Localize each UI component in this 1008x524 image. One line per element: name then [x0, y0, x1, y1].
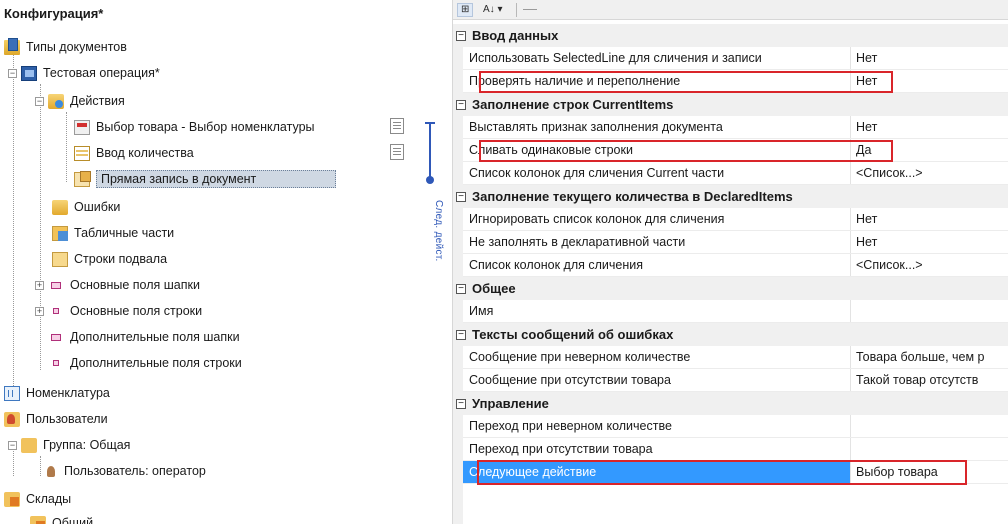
tree-title: Конфигурация* — [4, 6, 104, 21]
tree-item-group-general[interactable]: − Группа: Общая — [8, 432, 130, 458]
expand-icon[interactable]: + — [35, 306, 44, 316]
field-icon — [51, 281, 61, 289]
select-action-icon — [74, 119, 90, 135]
tree-item-extra-header-fields[interactable]: Дополнительные поля шапки — [48, 324, 240, 350]
field-icon — [51, 333, 61, 341]
group-icon — [21, 437, 37, 453]
tree-item-users[interactable]: Пользователи — [4, 406, 108, 432]
toolbar-separator — [516, 3, 517, 17]
property-row[interactable]: Список колонок для сличения Current част… — [463, 162, 1008, 185]
document-icon — [390, 144, 404, 160]
tree-item-direct-write[interactable]: Прямая запись в документ — [74, 166, 336, 192]
property-row[interactable]: Переход при отсутствии товара — [463, 438, 1008, 461]
tree-item-errors[interactable]: Ошибки — [52, 194, 120, 220]
tree-item-test-operation[interactable]: − Тестовая операция* — [8, 60, 160, 86]
collapse-icon[interactable]: − — [456, 30, 466, 41]
highlight-box — [477, 460, 967, 485]
property-row[interactable]: Сообщение при неверном количестве Товара… — [463, 346, 1008, 369]
tree-item-footer-rows[interactable]: Строки подвала — [52, 246, 167, 272]
configuration-tree: Конфигурация* Типы документов − Тестовая… — [0, 0, 452, 524]
property-row[interactable]: Не заполнять в декларативной части Нет — [463, 231, 1008, 254]
collapse-icon[interactable]: − — [8, 440, 17, 450]
warehouse-icon — [30, 515, 46, 524]
field-icon — [53, 360, 59, 366]
document-types-icon — [4, 37, 20, 55]
users-icon — [4, 411, 20, 427]
warehouses-icon — [4, 491, 20, 507]
tree-guide — [40, 84, 41, 370]
collapse-icon[interactable]: − — [456, 283, 466, 294]
category-declared-items[interactable]: − Заполнение текущего количества в Decla… — [453, 185, 1008, 208]
tree-item-actions[interactable]: − Действия — [35, 88, 125, 114]
collapse-icon[interactable]: − — [456, 191, 466, 202]
categorized-sort-button[interactable]: ⊞ — [457, 3, 474, 17]
collapse-icon[interactable]: − — [456, 398, 466, 409]
property-grid: ⊞ A↓ ▾ − Ввод данных Использовать Select… — [452, 0, 1008, 524]
document-icon — [390, 118, 404, 134]
actions-folder-icon — [48, 93, 64, 109]
property-row[interactable]: Использовать SelectedLine для сличения и… — [463, 47, 1008, 70]
tree-item-row-fields[interactable]: + Основные поля строки — [35, 298, 202, 324]
tree-item-input-quantity[interactable]: Ввод количества — [74, 140, 194, 166]
user-icon — [40, 464, 58, 479]
errors-icon — [52, 199, 68, 215]
tree-guide — [13, 48, 14, 388]
expand-icon[interactable]: + — [35, 280, 44, 290]
highlight-box — [479, 140, 893, 162]
collapse-icon[interactable]: − — [8, 68, 17, 78]
field-icon — [53, 308, 59, 314]
input-action-icon — [74, 145, 90, 161]
property-pages-icon[interactable] — [523, 9, 537, 10]
category-data-input[interactable]: − Ввод данных — [453, 24, 1008, 47]
tree-item-document-types[interactable]: Типы документов — [4, 34, 127, 60]
property-row[interactable]: Выставлять признак заполнения документа … — [463, 116, 1008, 139]
tree-item-general-warehouse[interactable]: Общий — [30, 510, 93, 524]
write-action-icon — [74, 170, 91, 187]
property-toolbar: ⊞ A↓ ▾ — [453, 0, 1008, 20]
tree-item-extra-row-fields[interactable]: Дополнительные поля строки — [48, 350, 242, 376]
property-row[interactable]: Список колонок для сличения <Список...> — [463, 254, 1008, 277]
property-row[interactable]: Имя — [463, 300, 1008, 323]
category-general[interactable]: − Общее — [453, 277, 1008, 300]
tree-guide — [66, 112, 67, 182]
category-control[interactable]: − Управление — [453, 392, 1008, 415]
tree-item-warehouses[interactable]: Склады — [4, 486, 71, 512]
tree-item-nomenclature[interactable]: Номенклатура — [4, 380, 110, 406]
property-row[interactable]: Сообщение при отсутствии товара Такой то… — [463, 369, 1008, 392]
operation-icon — [21, 65, 37, 81]
category-error-messages[interactable]: − Тексты сообщений об ошибках — [453, 323, 1008, 346]
table-parts-icon — [52, 225, 68, 241]
collapse-icon[interactable]: − — [456, 329, 466, 340]
connector-caption: След. дейст. — [433, 200, 444, 262]
collapse-icon[interactable]: − — [456, 99, 466, 110]
footer-rows-icon — [52, 251, 68, 267]
alphabetical-sort-button[interactable]: A↓ ▾ — [479, 3, 507, 17]
highlight-box — [479, 71, 893, 93]
tree-item-select-product[interactable]: Выбор товара - Выбор номенклатуры — [74, 114, 315, 140]
property-row[interactable]: Переход при неверном количестве — [463, 415, 1008, 438]
tree-item-header-fields[interactable]: + Основные поля шапки — [35, 272, 200, 298]
collapse-icon[interactable]: − — [35, 96, 44, 106]
tree-item-user-operator[interactable]: Пользователь: оператор — [40, 458, 206, 484]
property-row[interactable]: Игнорировать список колонок для сличения… — [463, 208, 1008, 231]
connector-dot — [426, 176, 434, 184]
nomenclature-icon — [4, 385, 20, 401]
next-action-connector — [429, 123, 431, 181]
category-current-items[interactable]: − Заполнение строк CurrentItems — [453, 93, 1008, 116]
tree-item-table-parts[interactable]: Табличные части — [52, 220, 174, 246]
